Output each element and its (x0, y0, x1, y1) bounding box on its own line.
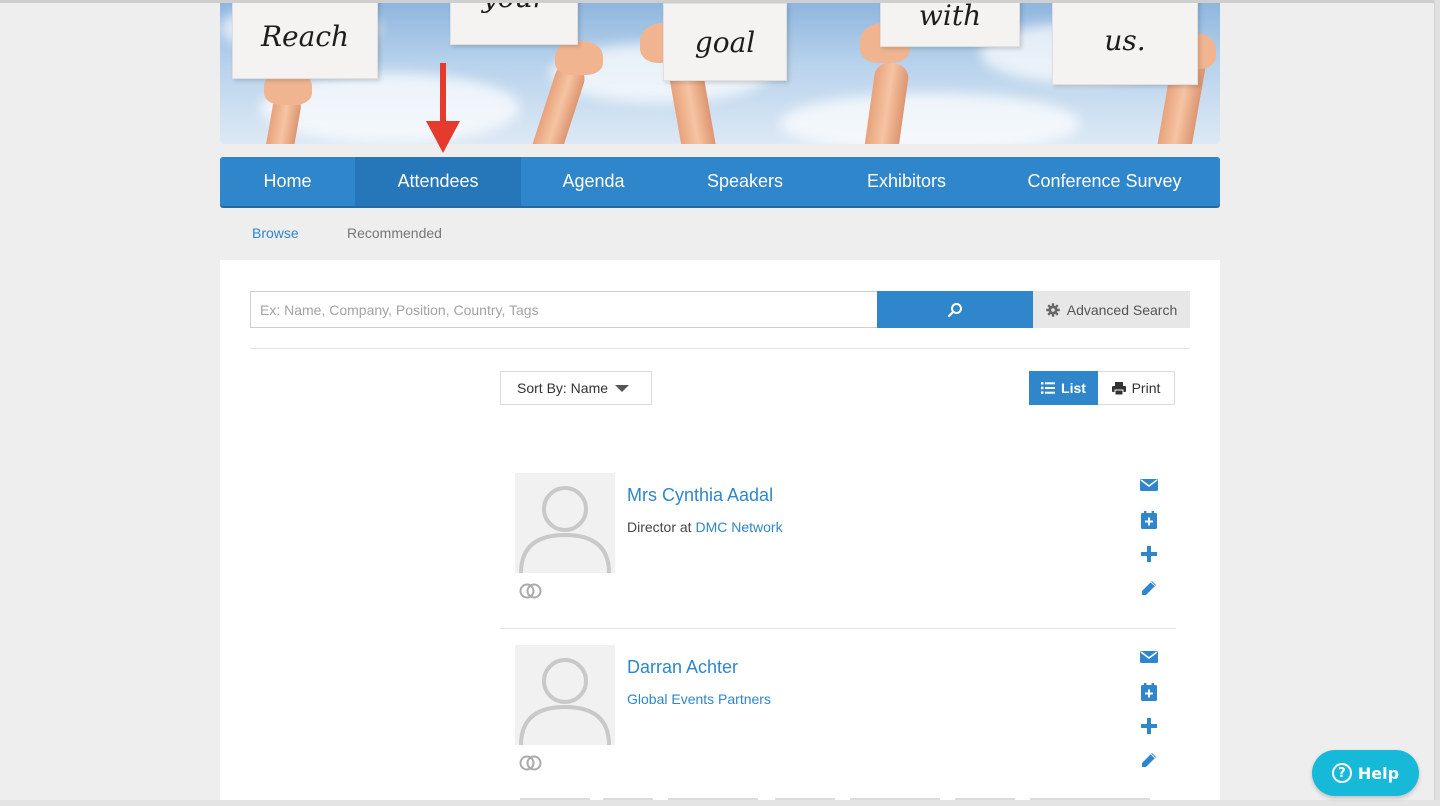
red-arrow-annotation (426, 63, 460, 153)
search-icon (947, 302, 962, 317)
avatar-placeholder-icon (519, 658, 611, 745)
search-input[interactable] (250, 291, 878, 328)
header-banner: Reach your goal with us. (220, 3, 1220, 144)
add-to-calendar-button[interactable] (1139, 510, 1159, 530)
advanced-search-label: Advanced Search (1066, 301, 1178, 318)
print-label: Print (1131, 380, 1161, 396)
banner-sign-text: your (482, 3, 546, 14)
envelope-icon (1140, 651, 1158, 663)
nav-attendees[interactable]: Attendees (355, 157, 521, 206)
message-button[interactable] (1139, 647, 1159, 667)
page-edge (1434, 0, 1440, 806)
nav-conference-survey[interactable]: Conference Survey (989, 157, 1220, 206)
attendee-position: Director at DMC Network (627, 519, 783, 535)
attendee-card: Darran Achter Global Events Partners (500, 645, 1176, 806)
advanced-search-button[interactable]: Advanced Search (1033, 291, 1190, 328)
banner-sign-text: us. (1104, 23, 1146, 57)
attendee-card: Mrs Cynthia Aadal Director at DMC Networ… (500, 473, 1176, 645)
subnav-browse[interactable]: Browse (252, 225, 299, 241)
banner-sign-text: goal (694, 25, 756, 59)
avatar[interactable] (515, 473, 615, 573)
envelope-icon (1140, 479, 1158, 491)
edit-button[interactable] (1139, 578, 1159, 598)
divider (250, 348, 1190, 349)
calendar-add-icon (1141, 511, 1157, 529)
divider (500, 628, 1176, 629)
attendee-company[interactable]: DMC Network (695, 519, 782, 535)
banner-sign: with (880, 3, 1020, 47)
pencil-icon (1142, 753, 1156, 767)
banner-sign: us. (1052, 3, 1198, 85)
banner-sign: goal (663, 3, 787, 81)
connections-icon[interactable] (519, 583, 543, 599)
print-icon (1111, 381, 1126, 395)
chevron-down-icon (615, 385, 629, 392)
nav-agenda[interactable]: Agenda (521, 157, 666, 206)
nav-speakers[interactable]: Speakers (666, 157, 824, 206)
plus-icon (1141, 546, 1157, 562)
banner-sign-text: with (918, 3, 982, 32)
edit-button[interactable] (1139, 750, 1159, 770)
connections-icon[interactable] (519, 755, 543, 771)
add-contact-button[interactable] (1139, 544, 1159, 564)
sort-label: Sort By: Name (517, 380, 609, 396)
subnav-recommended[interactable]: Recommended (347, 225, 442, 241)
print-button[interactable]: Print (1098, 371, 1175, 405)
banner-sign-text: Reach (260, 19, 350, 53)
gear-icon (1045, 302, 1060, 317)
message-button[interactable] (1139, 475, 1159, 495)
nav-exhibitors[interactable]: Exhibitors (824, 157, 989, 206)
attendee-position-prefix: Director at (627, 519, 696, 535)
avatar[interactable] (515, 645, 615, 745)
main-nav: Home Attendees Agenda Speakers Exhibitor… (220, 157, 1220, 206)
attendee-company[interactable]: Global Events Partners (627, 691, 771, 707)
help-label: Help (1357, 763, 1400, 783)
banner-sign: Reach (232, 3, 378, 79)
question-icon: ? (1331, 763, 1352, 783)
pencil-icon (1142, 581, 1156, 595)
calendar-add-icon (1141, 683, 1157, 701)
list-icon (1041, 382, 1056, 394)
search-button[interactable] (877, 291, 1033, 328)
attendee-position: Global Events Partners (627, 691, 771, 707)
sort-dropdown[interactable]: Sort By: Name (500, 371, 652, 405)
page-bottom-edge (0, 800, 1440, 806)
list-view-button[interactable]: List (1029, 371, 1098, 405)
attendee-name[interactable]: Mrs Cynthia Aadal (627, 485, 773, 506)
attendees-panel: Advanced Search Sort By: Name List Print (220, 260, 1220, 806)
help-button[interactable]: ? Help (1312, 750, 1419, 796)
add-to-calendar-button[interactable] (1139, 682, 1159, 702)
avatar-placeholder-icon (519, 486, 611, 573)
add-contact-button[interactable] (1139, 716, 1159, 736)
nav-home[interactable]: Home (220, 157, 355, 206)
attendee-name[interactable]: Darran Achter (627, 657, 738, 678)
banner-sign: your (450, 3, 578, 45)
plus-icon (1141, 718, 1157, 734)
list-label: List (1061, 380, 1086, 396)
